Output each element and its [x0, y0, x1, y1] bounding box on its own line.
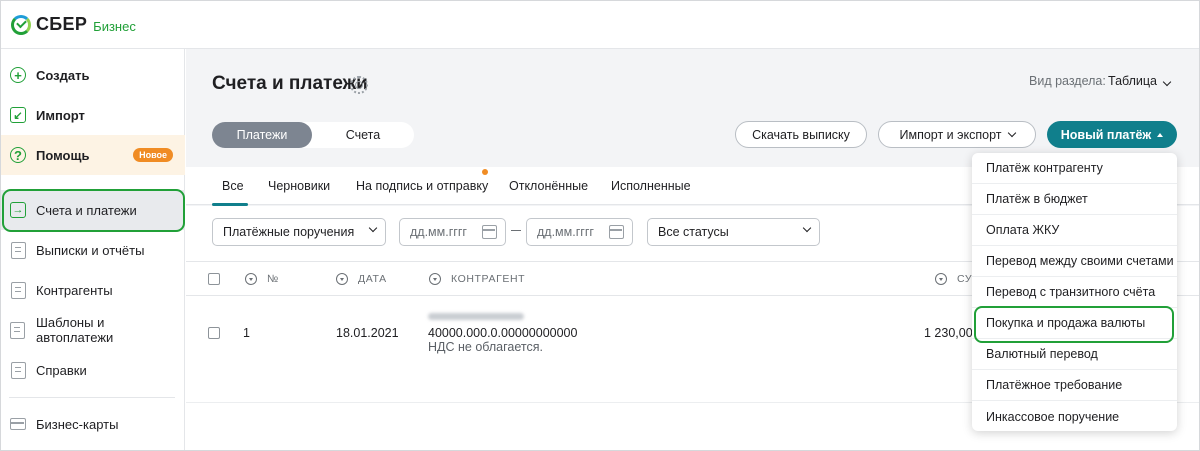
date-from-input[interactable]: дд.мм.гггг [399, 218, 506, 246]
row-checkbox[interactable] [208, 327, 220, 339]
row-num: 1 [243, 326, 250, 340]
sort-icon [429, 273, 441, 285]
new-payment-button[interactable]: Новый платёж [1047, 121, 1177, 148]
sidebar-item-label: Контрагенты [36, 282, 113, 298]
sidebar-item-accounts-payments[interactable]: → Счета и платежи [1, 190, 185, 230]
top-bar: СБЕР Бизнес [1, 1, 1199, 49]
sidebar-item-counterparties[interactable]: Контрагенты [1, 270, 185, 310]
select-all-checkbox[interactable] [208, 273, 220, 285]
new-payment-label: Новый платёж [1060, 127, 1152, 142]
new-badge: Новое [133, 148, 173, 162]
accounts-icon: → [10, 202, 26, 218]
notification-dot [482, 169, 488, 175]
sidebar-item-label: Импорт [36, 107, 85, 123]
import-icon: ↙ [10, 107, 26, 123]
date-to-placeholder: дд.мм.гггг [537, 225, 594, 239]
tab-executed[interactable]: Исполненные [611, 179, 691, 193]
tab-all[interactable]: Все [222, 179, 244, 193]
menu-item-currency-exchange[interactable]: Покупка и продажа валюты [972, 308, 1177, 339]
menu-item-currency-transfer[interactable]: Валютный перевод [972, 339, 1177, 370]
calendar-icon [609, 225, 624, 239]
download-statement-button[interactable]: Скачать выписку [735, 121, 867, 148]
chevron-down-icon [368, 223, 378, 233]
sber-logo-icon [11, 14, 31, 35]
view-mode-label: Вид раздела: [1029, 74, 1106, 88]
page-title: Счета и платежи [212, 73, 368, 94]
menu-item-transit-transfer[interactable]: Перевод с транзитного счёта [972, 277, 1177, 308]
status-select[interactable]: Все статусы [647, 218, 820, 246]
menu-item-budget-payment[interactable]: Платёж в бюджет [972, 184, 1177, 215]
sidebar: + Создать ↙ Импорт ? Помощь Новое → Счет… [1, 49, 185, 450]
import-export-button[interactable]: Импорт и экспорт [878, 121, 1036, 148]
sidebar-item-label: Выписки и отчёты [36, 242, 145, 258]
date-to-input[interactable]: дд.мм.гггг [526, 218, 633, 246]
sidebar-item-business-cards[interactable]: Бизнес-карты [1, 404, 185, 444]
question-icon: ? [10, 147, 26, 163]
sidebar-item-import[interactable]: ↙ Импорт [1, 95, 185, 135]
new-payment-menu: Платёж контрагенту Платёж в бюджет Оплат… [972, 153, 1177, 431]
sort-icon [336, 273, 348, 285]
column-counterparty[interactable]: КОНТРАГЕНТ [429, 273, 525, 285]
app-window: СБЕР Бизнес + Создать ↙ Импорт ? Помощь … [0, 0, 1200, 451]
tab-rejected[interactable]: Отклонённые [509, 179, 588, 193]
gear-icon[interactable] [350, 76, 368, 94]
menu-item-counterparty-payment[interactable]: Платёж контрагенту [972, 153, 1177, 184]
calendar-icon [482, 225, 497, 239]
date-range-dash [511, 230, 521, 231]
sort-icon [935, 273, 947, 285]
menu-item-own-accounts-transfer[interactable]: Перевод между своими счетами [972, 246, 1177, 277]
view-mode-value: Таблица [1108, 74, 1158, 88]
sidebar-item-certificates[interactable]: Справки [1, 350, 185, 390]
menu-item-payment-request[interactable]: Платёжное требование [972, 370, 1177, 401]
segment-accounts[interactable]: Счета [312, 122, 414, 148]
tab-drafts[interactable]: Черновики [268, 179, 330, 193]
certificates-icon [10, 361, 26, 379]
templates-icon [10, 321, 26, 339]
import-export-label: Импорт и экспорт [899, 127, 1002, 142]
tab-to-sign[interactable]: На подпись и отправку [356, 179, 488, 193]
column-num[interactable]: № [245, 273, 279, 285]
logo[interactable]: СБЕР Бизнес [11, 14, 136, 35]
sidebar-item-create[interactable]: + Создать [1, 55, 185, 95]
sidebar-item-label: Шаблоны и автоплатежи [35, 315, 114, 345]
card-icon [10, 418, 26, 430]
segment-payments[interactable]: Платежи [212, 122, 312, 148]
counterparty-name-redacted [428, 313, 524, 320]
chevron-down-icon [802, 223, 812, 233]
plus-icon: + [10, 67, 26, 83]
menu-item-collection-order[interactable]: Инкассовое поручение [972, 401, 1177, 432]
doc-type-select[interactable]: Платёжные поручения [212, 218, 386, 246]
sidebar-item-label: Помощь [36, 147, 90, 163]
column-date[interactable]: ДАТА [336, 273, 387, 285]
column-sum[interactable]: СУ [935, 273, 972, 285]
view-mode-select[interactable]: Таблица [1108, 74, 1172, 88]
row-sum: 1 230,00 [924, 326, 973, 340]
logo-subtitle: Бизнес [93, 18, 136, 34]
row-counterparty-note: НДС не облагается. [428, 340, 543, 354]
sidebar-item-label: Справки [36, 362, 87, 378]
sidebar-item-help[interactable]: ? Помощь Новое [1, 135, 185, 175]
row-counterparty-account: 40000.000.0.00000000000 [428, 326, 578, 340]
sidebar-item-templates[interactable]: Шаблоны и автоплатежи [1, 310, 185, 350]
menu-item-utilities-payment[interactable]: Оплата ЖКУ [972, 215, 1177, 246]
date-from-placeholder: дд.мм.гггг [410, 225, 467, 239]
sort-icon [245, 273, 257, 285]
sidebar-divider [9, 397, 175, 398]
sidebar-item-label: Счета и платежи [36, 202, 137, 218]
sidebar-item-label: Бизнес-карты [36, 416, 119, 432]
logo-text: СБЕР [36, 14, 88, 34]
counterparties-icon [10, 281, 26, 299]
row-date: 18.01.2021 [336, 326, 399, 340]
sidebar-item-statements[interactable]: Выписки и отчёты [1, 230, 185, 270]
payments-accounts-switch: Платежи Счета [212, 122, 414, 148]
doc-type-value: Платёжные поручения [223, 225, 355, 239]
sidebar-item-label: Создать [36, 67, 90, 83]
statements-icon [10, 241, 26, 259]
chevron-down-icon [1007, 128, 1016, 138]
chevron-down-icon [1162, 77, 1172, 87]
status-value: Все статусы [658, 225, 729, 239]
caret-up-icon [1157, 132, 1164, 137]
